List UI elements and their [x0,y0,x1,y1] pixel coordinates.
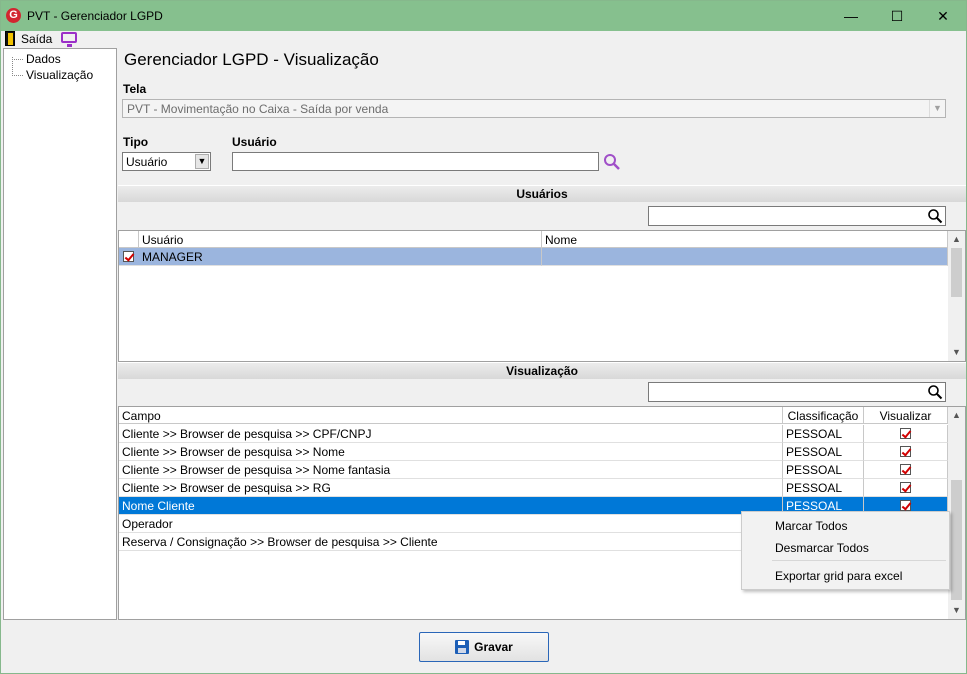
page-title: Gerenciador LGPD - Visualização [124,50,379,69]
menu-item-desmarcar-todos[interactable]: Desmarcar Todos [775,541,869,555]
navigation-tree: Dados Visualização [3,48,117,620]
users-grid-scrollbar[interactable]: ▲ ▼ [948,231,965,361]
view-cell-campo[interactable]: Reserva / Consignação >> Browser de pesq… [119,533,783,551]
view-search-input[interactable] [648,382,946,402]
toolbar: Saída [1,31,966,47]
usuario-search-icon[interactable] [602,152,622,172]
save-button-label: Gravar [474,640,513,654]
view-cell-visualizar [864,443,948,461]
view-cell-campo[interactable]: Cliente >> Browser de pesquisa >> CPF/CN… [119,425,783,443]
menu-item-exportar-excel[interactable]: Exportar grid para excel [775,569,902,583]
usuario-label: Usuário [232,135,277,149]
view-cell-classificacao: PESSOAL [783,443,864,461]
tela-select-value: PVT - Movimentação no Caixa - Saída por … [127,102,389,116]
exit-door-icon[interactable] [5,31,15,46]
users-search-input[interactable] [648,206,946,226]
users-section-header: Usuários [118,185,966,202]
close-button[interactable]: ✕ [920,1,966,31]
users-grid-header-nome[interactable]: Nome [542,231,948,248]
minimize-button[interactable]: — [828,1,874,31]
view-cell-visualizar [864,425,948,443]
tela-select: PVT - Movimentação no Caixa - Saída por … [122,99,946,118]
view-grid-header-classificacao[interactable]: Classificação [783,407,864,424]
exit-button[interactable]: Saída [21,32,52,46]
view-section-header: Visualização [118,362,966,379]
tela-label: Tela [123,82,147,96]
menu-item-marcar-todos[interactable]: Marcar Todos [775,519,847,533]
view-grid-header-visualizar[interactable]: Visualizar [864,407,948,424]
tipo-select[interactable]: Usuário ▼ [122,152,211,171]
window-title: PVT - Gerenciador LGPD [27,9,163,23]
monitor-icon[interactable] [61,32,77,47]
save-button[interactable]: Gravar [419,632,549,662]
user-cell-usuario: MANAGER [139,248,542,266]
scrollbar-thumb[interactable] [951,248,962,297]
view-cell-classificacao: PESSOAL [783,479,864,497]
view-cell-campo-selected[interactable]: Nome Cliente [119,497,783,515]
view-cell-campo[interactable]: Cliente >> Browser de pesquisa >> Nome [119,443,783,461]
visualizar-checkbox[interactable] [900,500,911,511]
visualizar-checkbox[interactable] [900,482,911,493]
main-window: G PVT - Gerenciador LGPD — ☐ ✕ Saída Dad… [0,0,967,674]
view-cell-visualizar [864,461,948,479]
visualizar-checkbox[interactable] [900,446,911,457]
menu-separator [772,560,946,561]
context-menu: Marcar Todos Desmarcar Todos Exportar gr… [741,511,950,590]
view-cell-classificacao: PESSOAL [783,425,864,443]
users-grid: Usuário Nome MANAGER ▲ ▼ [118,230,966,362]
tela-dropdown-arrow-icon: ▼ [929,100,945,117]
view-cell-campo[interactable]: Cliente >> Browser de pesquisa >> RG [119,479,783,497]
visualizar-checkbox[interactable] [900,464,911,475]
scroll-down-icon[interactable]: ▼ [948,344,965,361]
scroll-up-icon[interactable]: ▲ [948,407,965,424]
users-grid-check-header [119,231,139,248]
view-cell-visualizar [864,479,948,497]
visualizar-checkbox[interactable] [900,428,911,439]
scroll-up-icon[interactable]: ▲ [948,231,965,248]
view-grid-header-campo[interactable]: Campo [119,407,783,424]
view-cell-classificacao: PESSOAL [783,461,864,479]
users-grid-header-usuario[interactable]: Usuário [139,231,542,248]
view-cell-campo[interactable]: Cliente >> Browser de pesquisa >> Nome f… [119,461,783,479]
tree-item-dados[interactable]: Dados [12,52,61,66]
title-bar[interactable]: G PVT - Gerenciador LGPD — ☐ ✕ [1,1,966,31]
view-grid-scrollbar[interactable]: ▲ ▼ [948,407,965,619]
tipo-label: Tipo [123,135,149,149]
tipo-dropdown-arrow-icon[interactable]: ▼ [195,154,209,169]
view-search-icon[interactable] [927,384,943,400]
usuario-input[interactable] [232,152,599,171]
scrollbar-thumb[interactable] [951,480,962,600]
view-cell-campo[interactable]: Operador [119,515,783,533]
maximize-button[interactable]: ☐ [874,1,920,31]
tree-item-visualizacao[interactable]: Visualização [12,68,93,82]
scroll-down-icon[interactable]: ▼ [948,602,965,619]
users-search-icon[interactable] [927,208,943,224]
user-cell-nome [542,248,948,266]
app-logo-icon: G [6,8,21,23]
tipo-select-value: Usuário [126,155,168,169]
floppy-disk-icon [455,640,470,654]
user-row-checkbox[interactable] [123,251,134,262]
